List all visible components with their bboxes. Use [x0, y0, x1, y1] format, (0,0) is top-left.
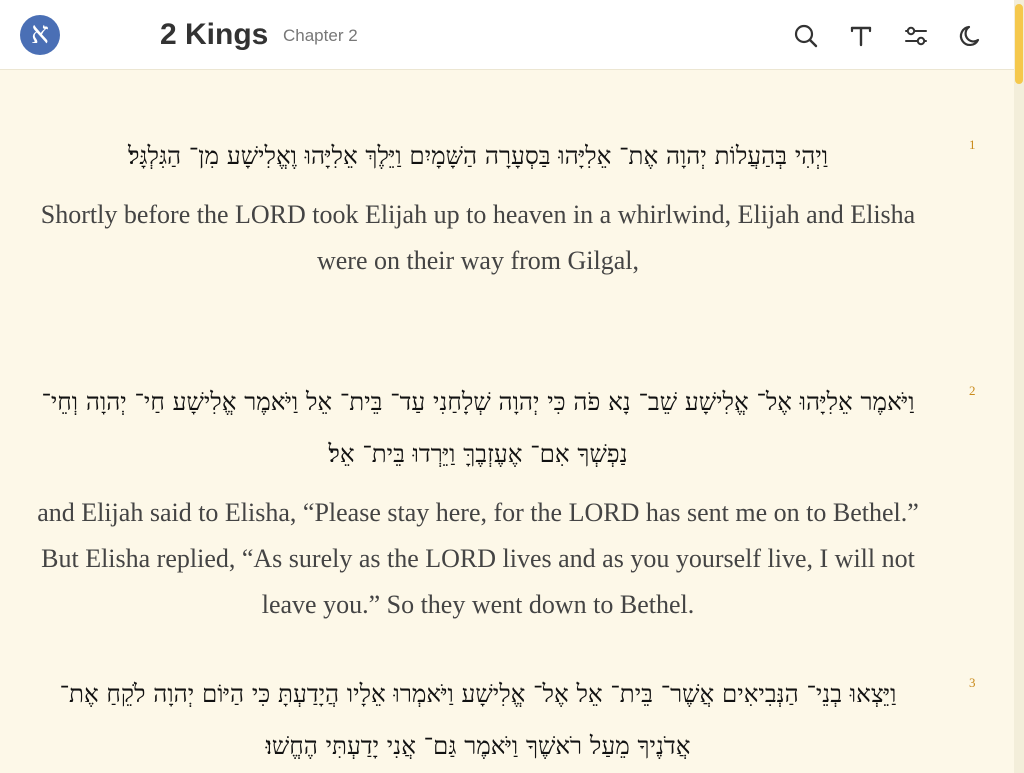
- text-size-button[interactable]: [847, 22, 875, 50]
- settings-button[interactable]: [902, 22, 930, 50]
- verse-1: 1 וַיְהִי בְּהַעֲלוֹת יְהוָה אֶת־ אֵלִיָ…: [0, 130, 1014, 284]
- verse-2: 2 וַיֹּאמֶר אֵלִיָּהוּ אֶל־ אֱלִישָׁע שֵ…: [0, 376, 1014, 628]
- dark-mode-moon-icon: [959, 25, 980, 47]
- chapter-label[interactable]: Chapter 2: [283, 25, 358, 47]
- hebrew-text: וַיְהִי בְּהַעֲלוֹת יְהוָה אֶת־ אֵלִיָּה…: [127, 141, 829, 170]
- hebrew-text: וַיֹּאמֶר אֵלִיָּהוּ אֶל־ אֱלִישָׁע שֵׁב…: [41, 387, 915, 468]
- english-text: Shortly before the LORD took Elijah up t…: [40, 200, 916, 275]
- scrollbar-thumb[interactable]: [1015, 4, 1023, 84]
- search-button[interactable]: [792, 22, 820, 50]
- verse-number[interactable]: 3: [969, 675, 976, 691]
- settings-sliders-icon: [905, 26, 927, 46]
- verse-number[interactable]: 2: [969, 383, 976, 399]
- book-title: 2 Kings: [160, 18, 269, 51]
- verse-3: 3 וַיֵּצְאוּ בְנֵי־ הַנְּבִיאִים אֲשֶׁר־…: [0, 668, 1014, 772]
- dark-mode-button[interactable]: [957, 22, 985, 50]
- chapter-content: 1 וַיְהִי בְּהַעֲלוֹת יְהוָה אֶת־ אֵלִיָ…: [0, 70, 1014, 773]
- verse-number[interactable]: 1: [969, 137, 976, 153]
- app-logo[interactable]: א: [20, 15, 60, 55]
- scrollbar-track[interactable]: [1014, 0, 1024, 773]
- aleph-logo-icon: א: [30, 16, 49, 51]
- hebrew-text: וַיֵּצְאוּ בְנֵי־ הַנְּבִיאִים אֲשֶׁר־ ב…: [59, 679, 897, 760]
- text-size-icon: [850, 26, 872, 47]
- english-text: and Elijah said to Elisha, “Please stay …: [37, 498, 919, 619]
- search-icon: [794, 24, 818, 48]
- app-header: א 2 Kings Chapter 2: [0, 0, 1014, 70]
